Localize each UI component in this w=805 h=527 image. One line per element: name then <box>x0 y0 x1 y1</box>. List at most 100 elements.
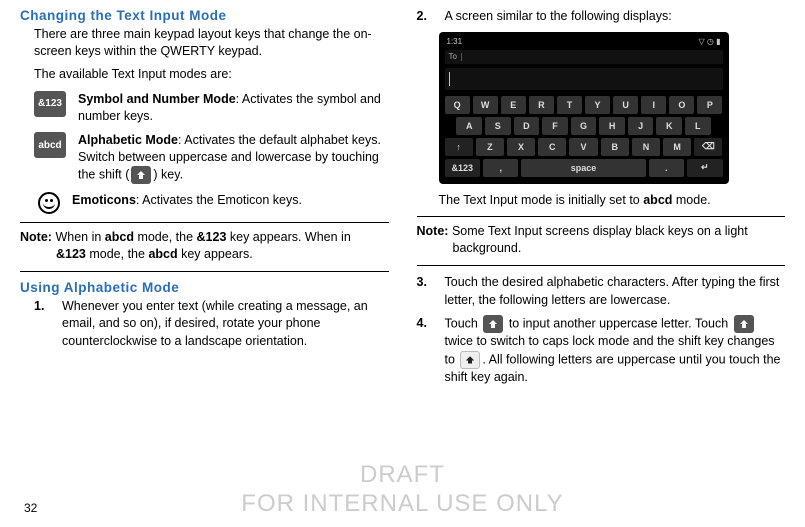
status-icons: ▽ ◷ ▮ <box>699 37 721 46</box>
heading-changing-mode: Changing the Text Input Mode <box>20 8 389 23</box>
steps-right: 2. A screen similar to the following dis… <box>417 8 786 26</box>
kb-key: Z <box>476 138 504 156</box>
kb-key: T <box>557 96 582 114</box>
step-4-d: . All following letters are uppercase un… <box>445 352 781 384</box>
kb-key: O <box>669 96 694 114</box>
step-4-num: 4. <box>417 315 435 386</box>
phone-keyboard-mock: 1:31 ▽ ◷ ▮ To QWERTYUIOP ASDFGHJKL ↑ZXCV… <box>439 32 729 184</box>
kb-key: W <box>473 96 498 114</box>
step-1: 1. Whenever you enter text (while creati… <box>34 298 389 351</box>
left-column: Changing the Text Input Mode There are t… <box>20 8 389 527</box>
divider <box>417 216 786 217</box>
steps-right-cont: 3. Touch the desired alphabetic characte… <box>417 274 786 386</box>
kb-key: A <box>456 117 482 135</box>
shift-up-icon <box>131 166 151 184</box>
shift-lock-icon <box>460 351 480 369</box>
mode-emoticon-desc: : Activates the Emoticon keys. <box>136 193 302 207</box>
kb-key: X <box>507 138 535 156</box>
emoticon-icon <box>38 192 60 214</box>
mode-alpha-desc-b: ) key. <box>153 167 183 181</box>
kb-key: C <box>538 138 566 156</box>
note-left-text: When in abcd mode, the &123 key appears.… <box>55 230 350 261</box>
kb-key: I <box>641 96 666 114</box>
kb-key: S <box>485 117 511 135</box>
step-2: 2. A screen similar to the following dis… <box>417 8 786 26</box>
note-left: Note: When in abcd mode, the &123 key ap… <box>20 229 375 263</box>
step-1-num: 1. <box>34 298 52 351</box>
kb-row-4: &123,space.↵ <box>445 159 723 177</box>
kb-key: L <box>685 117 711 135</box>
kb-key: P <box>697 96 722 114</box>
page-number: 32 <box>24 501 37 515</box>
mode-alpha-row: abcd Alphabetic Mode: Activates the defa… <box>34 132 389 184</box>
kb-key: D <box>514 117 540 135</box>
kb-caption-a: The Text Input mode is initially set to <box>439 193 644 207</box>
page: Changing the Text Input Mode There are t… <box>0 0 805 527</box>
kb-key: U <box>613 96 638 114</box>
kb-key: N <box>632 138 660 156</box>
kb-key: &123 <box>445 159 480 177</box>
step-3-text: Touch the desired alphabetic characters.… <box>445 274 786 309</box>
note-right-text: Some Text Input screens display black ke… <box>452 224 748 255</box>
kb-key: ⌫ <box>694 138 722 156</box>
note-right-label: Note: <box>417 224 449 238</box>
alpha-mode-chip: abcd <box>34 132 66 158</box>
divider <box>20 222 389 223</box>
phone-status-bar: 1:31 ▽ ◷ ▮ <box>445 38 723 50</box>
note-label: Note: <box>20 230 52 244</box>
kb-key: K <box>656 117 682 135</box>
shift-up-icon <box>483 315 503 333</box>
kb-key: . <box>649 159 684 177</box>
intro-para-1: There are three main keypad layout keys … <box>34 26 389 60</box>
divider <box>417 265 786 266</box>
mode-symbol-label: Symbol and Number Mode <box>78 92 236 106</box>
mode-emoticon-label: Emoticons <box>72 193 136 207</box>
right-column: 2. A screen similar to the following dis… <box>417 8 786 527</box>
to-label: To <box>449 52 457 61</box>
step-4-b: to input another uppercase letter. Touch <box>505 316 731 330</box>
kb-key: B <box>601 138 629 156</box>
kb-key: V <box>569 138 597 156</box>
to-field-row: To <box>445 50 723 64</box>
kb-key: E <box>501 96 526 114</box>
shift-up-icon <box>734 315 754 333</box>
kb-row-2: ASDFGHJKL <box>445 117 723 135</box>
step-4-text: Touch to input another uppercase letter.… <box>445 315 786 386</box>
status-time: 1:31 <box>447 37 463 46</box>
kb-row-3: ↑ZXCVBNM⌫ <box>445 138 723 156</box>
note-right: Note: Some Text Input screens display bl… <box>417 223 786 257</box>
mode-alpha-text: Alphabetic Mode: Activates the default a… <box>78 132 389 184</box>
kb-row-1: QWERTYUIOP <box>445 96 723 114</box>
mode-emoticon-text: Emoticons: Activates the Emoticon keys. <box>72 192 302 209</box>
kb-key: Y <box>585 96 610 114</box>
step-2-text: A screen similar to the following displa… <box>445 8 786 26</box>
kb-caption-c: mode. <box>672 193 710 207</box>
kb-key: , <box>483 159 518 177</box>
mode-symbol-text: Symbol and Number Mode: Activates the sy… <box>78 91 389 125</box>
heading-using-alpha: Using Alphabetic Mode <box>20 280 389 295</box>
step-4: 4. Touch to input another uppercase lett… <box>417 315 786 386</box>
kb-key: F <box>542 117 568 135</box>
text-cursor <box>449 72 450 86</box>
mode-emoticon-row: Emoticons: Activates the Emoticon keys. <box>34 192 389 214</box>
kb-key: ↑ <box>445 138 473 156</box>
step-4-a: Touch <box>445 316 482 330</box>
kb-key: R <box>529 96 554 114</box>
divider <box>20 271 389 272</box>
mode-alpha-label: Alphabetic Mode <box>78 133 178 147</box>
step-1-text: Whenever you enter text (while creating … <box>62 298 389 351</box>
kb-key: G <box>571 117 597 135</box>
kb-caption: The Text Input mode is initially set to … <box>439 192 786 209</box>
steps-left: 1. Whenever you enter text (while creati… <box>34 298 389 351</box>
kb-key: J <box>628 117 654 135</box>
mode-symbol-row: &123 Symbol and Number Mode: Activates t… <box>34 91 389 125</box>
symbol-mode-chip: &123 <box>34 91 66 117</box>
kb-key: ↵ <box>687 159 722 177</box>
kb-key: M <box>663 138 691 156</box>
step-2-num: 2. <box>417 8 435 26</box>
kb-key: space <box>521 159 645 177</box>
step-3-num: 3. <box>417 274 435 309</box>
step-3: 3. Touch the desired alphabetic characte… <box>417 274 786 309</box>
message-input-row <box>445 68 723 90</box>
kb-key: H <box>599 117 625 135</box>
